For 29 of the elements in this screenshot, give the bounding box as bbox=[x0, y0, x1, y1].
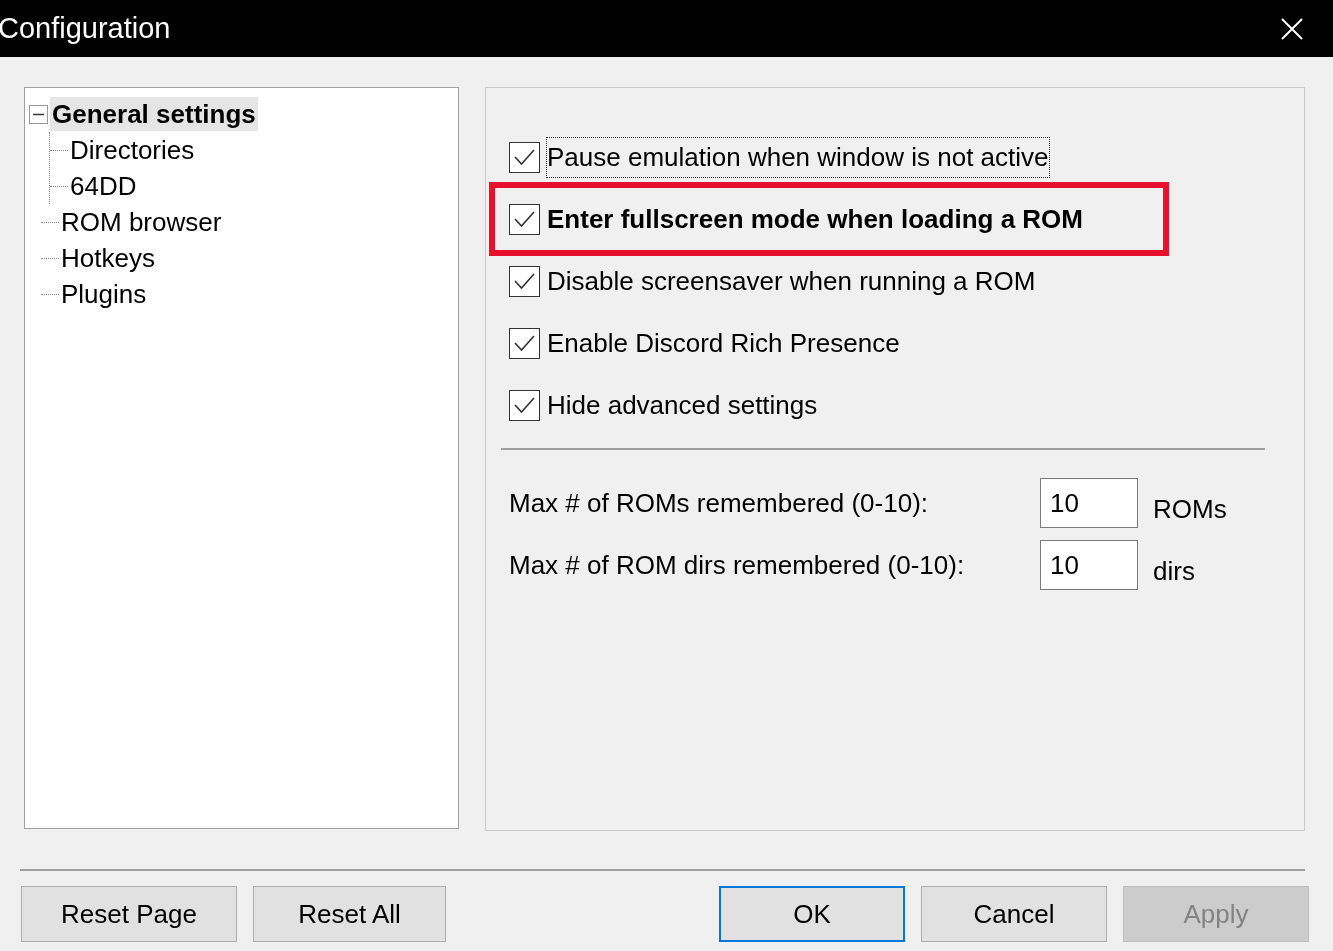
tree-item[interactable]: Hotkeys bbox=[59, 241, 157, 275]
checkbox[interactable] bbox=[509, 141, 540, 173]
checkbox-label[interactable]: Pause emulation when window is not active bbox=[547, 137, 1049, 177]
field-label: Max # of ROM dirs remembered (0-10): bbox=[509, 548, 966, 582]
unit-label: dirs bbox=[1153, 554, 1195, 588]
close-icon[interactable] bbox=[1281, 17, 1303, 40]
checkbox-label[interactable]: Hide advanced settings bbox=[547, 385, 818, 425]
tree-item[interactable]: 64DD bbox=[68, 169, 139, 203]
tree-item[interactable]: Directories bbox=[68, 133, 197, 167]
tree-item[interactable]: Plugins bbox=[59, 277, 149, 311]
number-field[interactable]: 10 bbox=[1040, 478, 1138, 528]
number-field[interactable]: 10 bbox=[1040, 540, 1138, 590]
checkbox[interactable] bbox=[509, 389, 540, 421]
checkbox-label[interactable]: Enter fullscreen mode when loading a ROM bbox=[547, 199, 1083, 239]
checkbox[interactable] bbox=[509, 265, 540, 297]
checkbox-label[interactable]: Enable Discord Rich Presence bbox=[547, 323, 900, 363]
dialog-button[interactable]: OK bbox=[719, 886, 905, 942]
checkbox[interactable] bbox=[509, 203, 540, 235]
tree-item[interactable]: General settings bbox=[50, 97, 258, 131]
dialog-button[interactable]: Reset All bbox=[253, 886, 446, 942]
dialog-button[interactable]: Cancel bbox=[921, 886, 1107, 942]
checkbox-label[interactable]: Disable screensaver when running a ROM bbox=[547, 261, 1036, 301]
checkbox[interactable] bbox=[509, 327, 540, 359]
collapse-icon[interactable] bbox=[29, 104, 48, 124]
tree-item[interactable]: ROM browser bbox=[59, 205, 224, 239]
field-label: Max # of ROMs remembered (0-10): bbox=[509, 486, 929, 520]
window-title: Configuration bbox=[0, 10, 171, 46]
dialog-button[interactable]: Reset Page bbox=[21, 886, 237, 942]
unit-label: ROMs bbox=[1153, 492, 1227, 526]
